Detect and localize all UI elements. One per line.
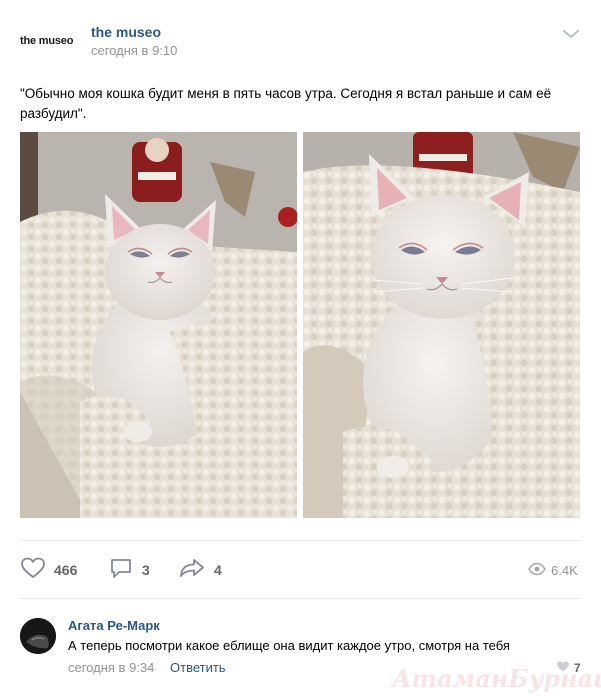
share-count: 4 (214, 562, 222, 578)
post-photo-2[interactable] (303, 132, 580, 518)
commenter-avatar[interactable] (20, 618, 56, 654)
comment-like-count: 7 (574, 660, 581, 675)
like-count: 466 (54, 562, 78, 578)
comment-item: Агата Ре-Марк А теперь посмотри какое еб… (0, 608, 601, 696)
views-count: 6.4K (551, 562, 578, 578)
views-counter: 6.4K (528, 550, 578, 590)
post-text: "Обычно моя кошка будит меня в пять часо… (20, 86, 552, 121)
post-photo-1[interactable] (20, 132, 297, 518)
comment-button[interactable]: 3 (108, 550, 150, 590)
eye-icon (528, 561, 546, 580)
chevron-down-icon[interactable] (560, 26, 582, 42)
share-button[interactable]: 4 (178, 550, 222, 590)
post-timestamp[interactable]: сегодня в 9:10 (91, 43, 177, 58)
comment-author-link[interactable]: Агата Ре-Марк (68, 618, 160, 633)
post-actions: 466 3 4 6.4K (0, 550, 601, 590)
heart-icon (20, 556, 46, 584)
post-header: the museo the museo сегодня в 9:10 (0, 0, 601, 70)
comment-text: А теперь посмотри какое еблище она видит… (68, 638, 510, 653)
comment-icon (108, 556, 134, 584)
divider (20, 540, 581, 541)
comment-count: 3 (142, 562, 150, 578)
post-card: the museo the museo сегодня в 9:10 "Обыч… (0, 0, 601, 696)
reply-link[interactable]: Ответить (170, 660, 226, 675)
comment-like-button[interactable]: 7 (556, 658, 581, 677)
like-button[interactable]: 466 (20, 550, 77, 590)
heart-icon (556, 658, 570, 677)
group-name-link[interactable]: the museo (91, 24, 161, 40)
divider (20, 598, 581, 599)
group-avatar[interactable]: the museo (20, 24, 76, 58)
share-icon (178, 556, 206, 584)
comment-date[interactable]: сегодня в 9:34 (68, 660, 154, 675)
